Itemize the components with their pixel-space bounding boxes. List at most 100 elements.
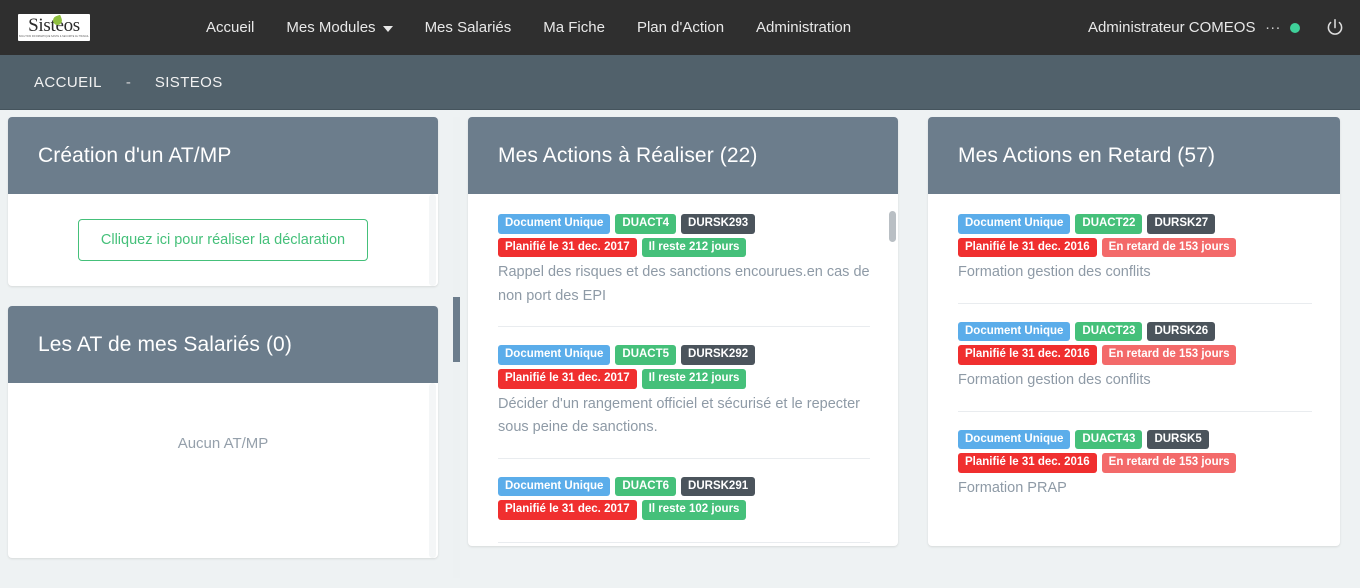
action-list-item[interactable]: Document Unique DUACT23 DURSK26 Planifié… [958, 321, 1312, 412]
badge-row-primary: Document Unique DUACT23 DURSK26 [958, 321, 1312, 342]
card-title: Les AT de mes Salariés (0) [38, 332, 292, 356]
badge-row-schedule: Planifié le 31 dec. 2016 En retard de 15… [958, 345, 1312, 366]
badge-action: DUACT4 [615, 214, 677, 234]
badge-planned-date: Planifié le 31 dec. 2017 [498, 368, 637, 389]
badge-row-primary: Document Unique DUACT6 DURSK291 [498, 476, 870, 497]
badge-risk: DURSK27 [1147, 214, 1216, 234]
card-body[interactable]: Document Unique DUACT22 DURSK27 Planifié… [928, 194, 1340, 546]
badge-module: Document Unique [958, 214, 1071, 234]
badge-action: DUACT43 [1075, 429, 1143, 450]
badge-row-primary: Document Unique DUACT22 DURSK27 [958, 214, 1312, 234]
badge-action: DUACT22 [1075, 214, 1143, 234]
card-at-mes-salaries: Les AT de mes Salariés (0) Aucun AT/MP [8, 306, 438, 558]
action-description: Formation PRAP [958, 479, 1067, 496]
card-body[interactable]: Document Unique DUACT4 DURSK293 Planifié… [468, 194, 898, 546]
card-header: Création d'un AT/MP [8, 117, 438, 194]
action-description: Formation gestion des conflits [958, 264, 1151, 281]
nav-item-administration[interactable]: Administration [740, 11, 867, 44]
nav-item-label: Plan d'Action [636, 19, 725, 36]
badge-planned-date: Planifié le 31 dec. 2016 [958, 237, 1097, 258]
column-scrollbar-thumb[interactable] [453, 297, 460, 362]
action-list-item[interactable]: Document Unique DUACT5 DURSK292 Planifié… [498, 345, 870, 459]
badge-action: DUACT5 [615, 345, 677, 365]
card-scrollbar-thumb[interactable] [889, 211, 896, 242]
dashboard-column-middle: Mes Actions à Réaliser (22) Document Uni… [460, 117, 920, 566]
badge-module: Document Unique [958, 321, 1071, 342]
action-list-item[interactable]: Document Unique DUACT6 DURSK291 Planifié… [498, 476, 870, 543]
action-list-item[interactable]: Document Unique DUACT43 DURSK5 Planifié … [958, 429, 1312, 519]
current-user-label: Administrateur COMEOS [1087, 19, 1256, 36]
badge-risk: DURSK26 [1147, 321, 1216, 342]
breadcrumb-item-accueil[interactable]: ACCUEIL [34, 74, 102, 91]
badge-overdue: En retard de 153 jours [1101, 237, 1237, 258]
nav-item-mes-modules[interactable]: Mes Modules [270, 11, 408, 44]
card-actions-en-retard: Mes Actions en Retard (57) Document Uniq… [928, 117, 1340, 546]
card-scrollbar-track[interactable] [429, 383, 436, 558]
badge-risk: DURSK5 [1147, 429, 1209, 450]
online-status-indicator [1290, 22, 1300, 33]
badge-overdue: En retard de 153 jours [1101, 345, 1237, 366]
badge-risk: DURSK292 [681, 345, 756, 365]
badge-risk: DURSK293 [681, 214, 756, 234]
badge-planned-date: Planifié le 31 dec. 2016 [958, 453, 1097, 473]
badge-row-schedule: Planifié le 31 dec. 2017 Il reste 212 jo… [498, 368, 870, 389]
badge-row-primary: Document Unique DUACT4 DURSK293 [498, 214, 870, 234]
badge-planned-date: Planifié le 31 dec. 2016 [958, 345, 1097, 366]
badge-row-primary: Document Unique DUACT5 DURSK292 [498, 345, 870, 365]
main-nav: Accueil Mes Modules Mes Salariés Ma Fich… [190, 11, 867, 44]
action-description: Décider d'un rangement officiel et sécur… [498, 395, 860, 436]
card-scrollbar-track[interactable] [429, 194, 436, 286]
action-description: Formation gestion des conflits [958, 372, 1151, 389]
action-list-item[interactable]: Document Unique DUACT4 DURSK293 Planifié… [498, 214, 870, 328]
nav-item-accueil[interactable]: Accueil [190, 11, 270, 44]
nav-item-label: Mes Modules [286, 19, 376, 36]
sisteos-logo[interactable]: Sisteos SOLUTION INFORMATIQUE SANTE & SE… [18, 14, 90, 41]
dashboard-column-right: Mes Actions en Retard (57) Document Uniq… [920, 117, 1360, 566]
action-description: Rappel des risques et des sanctions enco… [498, 264, 870, 304]
card-title: Mes Actions en Retard (57) [958, 143, 1216, 167]
breadcrumb-separator: - [125, 73, 131, 91]
card-actions-a-realiser: Mes Actions à Réaliser (22) Document Uni… [468, 117, 898, 546]
chevron-down-icon [382, 25, 393, 32]
declaration-button[interactable]: Clliquez ici pour réaliser la déclaratio… [77, 219, 369, 261]
badge-module: Document Unique [958, 429, 1071, 450]
nav-item-mes-salaries[interactable]: Mes Salariés [409, 11, 528, 44]
nav-item-label: Administration [756, 19, 852, 36]
empty-state-text: Aucun AT/MP [177, 435, 269, 452]
breadcrumb-item-sisteos: SISTEOS [154, 73, 223, 91]
badge-row-schedule: Planifié le 31 dec. 2017 Il reste 102 jo… [498, 500, 870, 520]
card-creation-atmp: Création d'un AT/MP Clliquez ici pour ré… [8, 117, 438, 286]
card-body: Clliquez ici pour réaliser la déclaratio… [8, 194, 438, 286]
badge-row-schedule: Planifié le 31 dec. 2017 Il reste 212 jo… [498, 237, 870, 258]
breadcrumb: ACCUEIL - SISTEOS [0, 55, 1360, 110]
card-header: Mes Actions en Retard (57) [928, 117, 1340, 194]
badge-row-schedule: Planifié le 31 dec. 2016 En retard de 15… [958, 237, 1312, 258]
nav-item-label: Ma Fiche [543, 19, 605, 36]
badge-planned-date: Planifié le 31 dec. 2017 [498, 500, 637, 520]
card-title: Mes Actions à Réaliser (22) [498, 143, 758, 167]
badge-row-primary: Document Unique DUACT43 DURSK5 [958, 429, 1312, 450]
nav-item-label: Accueil [206, 19, 255, 36]
more-options-icon[interactable]: ... [1255, 16, 1290, 39]
badge-module: Document Unique [498, 345, 611, 365]
brand-tagline: SOLUTION INFORMATIQUE SANTE & SECURITE A… [19, 35, 90, 38]
badge-remaining: Il reste 212 jours [641, 368, 747, 389]
badge-risk: DURSK291 [681, 476, 756, 497]
badge-remaining: Il reste 102 jours [641, 500, 747, 520]
badge-row-schedule: Planifié le 31 dec. 2016 En retard de 15… [958, 453, 1312, 473]
badge-planned-date: Planifié le 31 dec. 2017 [498, 237, 637, 258]
card-title: Création d'un AT/MP [38, 143, 232, 167]
navbar-right-group: Administrateur COMEOS ... [1088, 0, 1346, 55]
column-scrollbar-track[interactable] [453, 117, 460, 578]
dashboard-content: Création d'un AT/MP Clliquez ici pour ré… [0, 110, 1360, 578]
dashboard-column-left: Création d'un AT/MP Clliquez ici pour ré… [0, 117, 460, 578]
badge-module: Document Unique [498, 476, 611, 497]
power-icon[interactable] [1324, 17, 1346, 39]
card-body: Aucun AT/MP [8, 383, 438, 558]
nav-item-plan-daction[interactable]: Plan d'Action [621, 11, 740, 44]
badge-remaining: Il reste 212 jours [641, 237, 747, 258]
badge-overdue: En retard de 153 jours [1101, 453, 1237, 473]
badge-action: DUACT23 [1075, 321, 1143, 342]
action-list-item[interactable]: Document Unique DUACT22 DURSK27 Planifié… [958, 214, 1312, 304]
nav-item-ma-fiche[interactable]: Ma Fiche [527, 11, 621, 44]
